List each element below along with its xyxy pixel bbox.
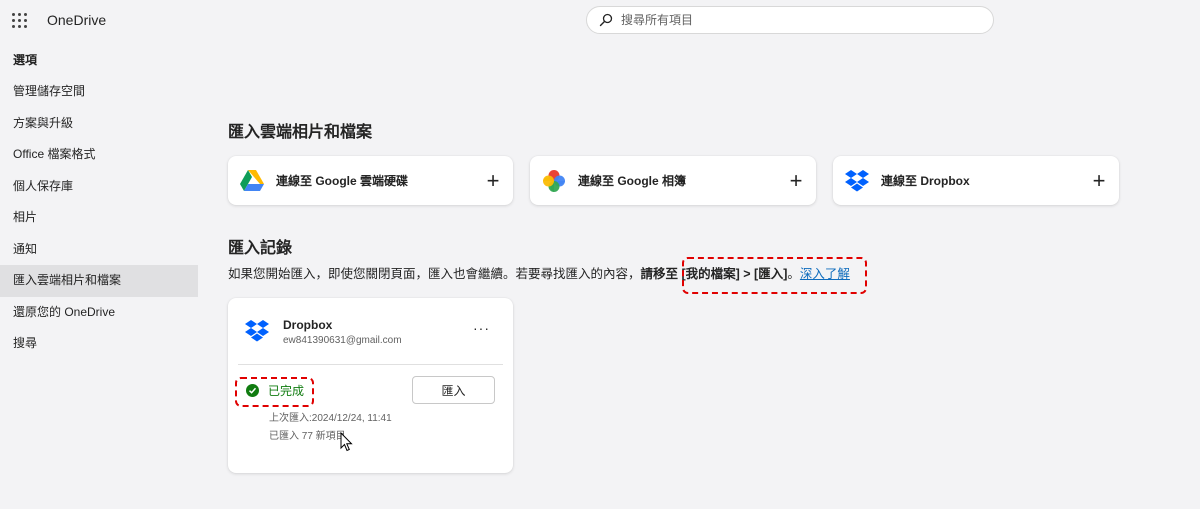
record-email: ew841390631@gmail.com (283, 335, 402, 346)
record-service-name: Dropbox (283, 318, 333, 332)
sidebar-item-office-formats[interactable]: Office 檔案格式 (0, 139, 198, 171)
history-desc-prefix: 如果您開始匯入，即使您關閉頁面，匯入也會繼續。若要尋找匯入的內容， (228, 267, 641, 281)
annotation-highlight-box (682, 257, 867, 294)
sidebar-item-photos[interactable]: 相片 (0, 202, 198, 234)
imported-count: 已匯入 77 新項目 (269, 431, 346, 442)
settings-sidebar: 選項 管理儲存空間 方案與升級 Office 檔案格式 個人保存庫 相片 通知 … (0, 44, 198, 360)
google-photos-icon (542, 169, 566, 193)
top-bar: OneDrive (0, 0, 1200, 42)
dropbox-icon (245, 320, 269, 347)
plus-icon[interactable]: + (776, 168, 816, 194)
connect-card-label: 連線至 Dropbox (881, 174, 970, 188)
connect-google-drive-card[interactable]: 連線至 Google 雲端硬碟 + (228, 156, 513, 205)
connect-google-photos-card[interactable]: 連線至 Google 相簿 + (530, 156, 816, 205)
sidebar-item-plans[interactable]: 方案與升級 (0, 108, 198, 140)
dropbox-icon (845, 169, 869, 193)
app-launcher-icon[interactable] (12, 13, 28, 29)
annotation-status-box (235, 377, 314, 407)
sidebar-item-notifications[interactable]: 通知 (0, 234, 198, 266)
import-button[interactable]: 匯入 (412, 376, 495, 404)
more-options-icon[interactable]: ··· (473, 320, 490, 336)
search-box[interactable] (586, 6, 994, 34)
divider (238, 364, 503, 365)
sidebar-item-restore[interactable]: 還原您的 OneDrive (0, 297, 198, 329)
search-input[interactable] (621, 13, 981, 27)
last-import-time: 上次匯入:2024/12/24, 11:41 (269, 413, 392, 424)
connect-dropbox-card[interactable]: 連線至 Dropbox + (833, 156, 1119, 205)
sidebar-item-manage-storage[interactable]: 管理儲存空間 (0, 76, 198, 108)
search-icon (599, 13, 613, 27)
app-title[interactable]: OneDrive (47, 12, 106, 28)
connect-card-label: 連線至 Google 雲端硬碟 (276, 174, 409, 188)
google-drive-icon (240, 169, 264, 193)
sidebar-heading: 選項 (13, 53, 38, 67)
plus-icon[interactable]: + (1079, 168, 1119, 194)
connect-card-label: 連線至 Google 相簿 (578, 174, 687, 188)
import-section-title: 匯入雲端相片和檔案 (228, 124, 373, 141)
history-section-title: 匯入記錄 (228, 240, 293, 257)
sidebar-item-import-cloud[interactable]: 匯入雲端相片和檔案 (0, 265, 198, 297)
plus-icon[interactable]: + (473, 168, 513, 194)
sidebar-item-search[interactable]: 搜尋 (0, 328, 198, 360)
sidebar-item-personal-vault[interactable]: 個人保存庫 (0, 171, 198, 203)
mouse-cursor-icon (340, 432, 353, 452)
